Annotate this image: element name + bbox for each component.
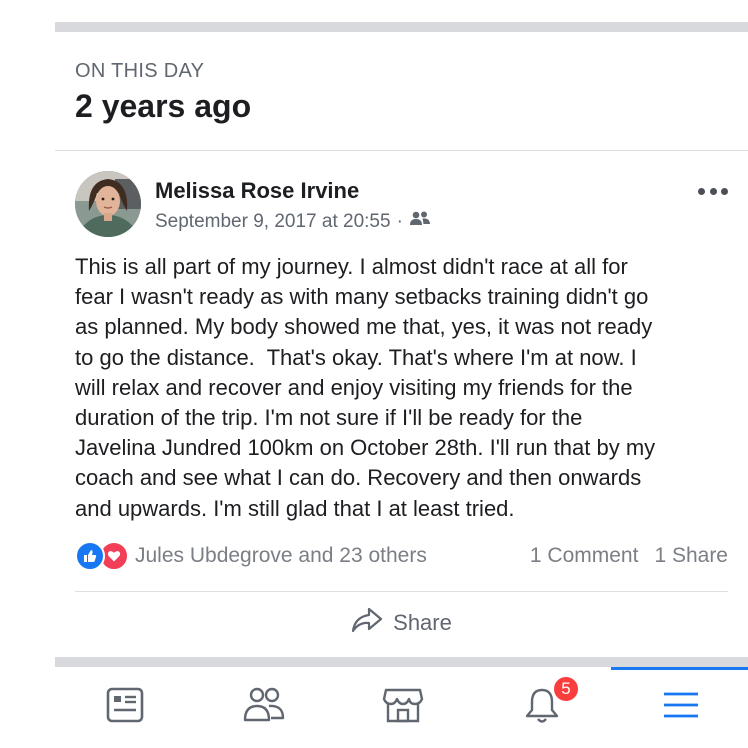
- engagement-counts: 1 Comment 1 Share: [530, 544, 728, 568]
- bottom-tab-bar: 5: [55, 667, 748, 748]
- left-gutter: [0, 0, 55, 748]
- reactions-bar[interactable]: Jules Ubdegrove and 23 others 1 Comment …: [75, 541, 728, 571]
- post-timestamp[interactable]: September 9, 2017 at 20:55: [155, 211, 391, 233]
- reaction-icons: [75, 541, 129, 571]
- comment-count[interactable]: 1 Comment: [530, 544, 639, 568]
- more-options-icon[interactable]: [698, 184, 728, 198]
- friends-tab-icon: [242, 686, 286, 729]
- share-count[interactable]: 1 Share: [654, 544, 728, 568]
- friends-icon: [409, 210, 431, 234]
- tab-news-feed[interactable]: [55, 667, 194, 748]
- like-icon: [75, 541, 105, 571]
- hamburger-menu-icon: [661, 689, 701, 726]
- tab-menu[interactable]: [611, 667, 748, 748]
- author-avatar[interactable]: [75, 171, 141, 237]
- tab-notifications[interactable]: 5: [472, 667, 611, 748]
- post-body: This is all part of my journey. I almost…: [75, 254, 656, 521]
- reaction-names[interactable]: Jules Ubdegrove and 23 others: [135, 544, 530, 568]
- notification-badge: 5: [552, 675, 580, 703]
- header-divider: [55, 150, 748, 151]
- section-title: 2 years ago: [75, 88, 252, 124]
- section-label: ON THIS DAY: [75, 60, 205, 82]
- share-label: Share: [393, 610, 452, 635]
- author-name[interactable]: Melissa Rose Irvine: [155, 178, 359, 204]
- marketplace-icon: [382, 686, 424, 729]
- top-divider: [55, 22, 748, 32]
- tab-friends[interactable]: [194, 667, 333, 748]
- post-meta: September 9, 2017 at 20:55 ·: [155, 210, 431, 234]
- meta-separator: ·: [396, 211, 403, 232]
- memory-post: Melissa Rose Irvine September 9, 2017 at…: [55, 152, 748, 657]
- news-feed-icon: [105, 686, 145, 729]
- tab-marketplace[interactable]: [333, 667, 472, 748]
- share-button[interactable]: Share: [55, 592, 748, 654]
- share-arrow-icon: [351, 607, 383, 639]
- bottom-divider: [55, 657, 748, 667]
- on-this-day-header: ON THIS DAY 2 years ago: [55, 32, 748, 152]
